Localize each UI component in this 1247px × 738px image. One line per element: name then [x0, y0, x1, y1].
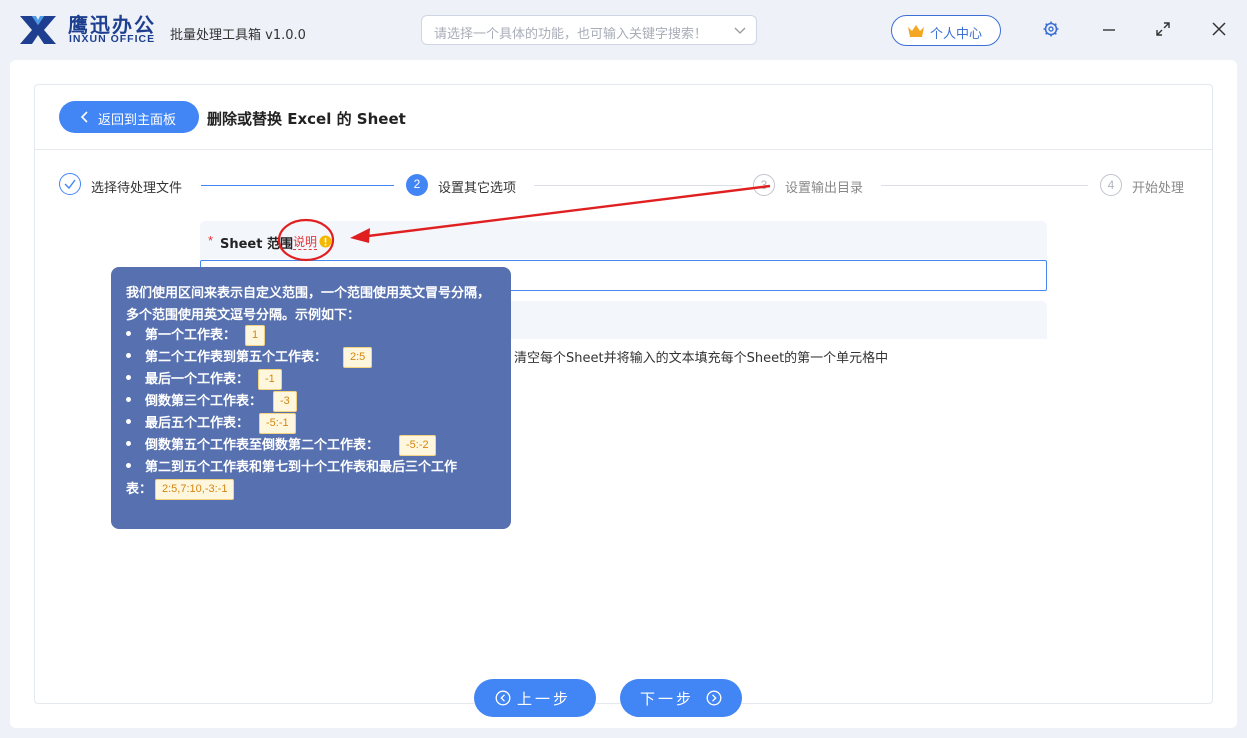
- required-mark: *: [208, 233, 214, 248]
- tooltip-item-continued: 表：: [126, 482, 153, 497]
- next-step-button[interactable]: 下一步: [620, 679, 742, 717]
- example-code: 2:5,7:10,-3:-1: [155, 479, 235, 500]
- app-title: 批量处理工具箱 v1.0.0: [170, 28, 306, 43]
- crown-icon: [908, 25, 924, 37]
- step-3-indicator: 3: [753, 174, 775, 196]
- check-icon: [64, 179, 76, 190]
- circle-arrow-left-icon: [495, 690, 511, 706]
- brand-name-en: INXUN OFFICE: [69, 33, 156, 45]
- circle-arrow-right-icon: [706, 690, 722, 706]
- search-input[interactable]: 请选择一个具体的功能，也可输入关键字搜索！: [434, 23, 707, 42]
- sheet-range-label: Sheet 范围: [220, 237, 293, 252]
- logo-icon: [20, 16, 56, 44]
- previous-step-label: 上一步: [517, 690, 572, 708]
- step-1-label: 选择待处理文件: [91, 181, 183, 196]
- chevron-down-icon[interactable]: [734, 24, 746, 36]
- tooltip-item: 最后五个工作表：: [126, 413, 249, 435]
- tooltip-item: 第二个工作表到第五个工作表：: [126, 347, 327, 369]
- step-4-indicator: 4: [1100, 174, 1122, 196]
- example-code: 1: [245, 325, 266, 346]
- user-center-button[interactable]: 个人中心: [891, 15, 1001, 46]
- previous-step-button[interactable]: 上一步: [474, 679, 596, 717]
- tooltip-item: 倒数第五个工作表至倒数第二个工作表：: [126, 435, 379, 457]
- search-box[interactable]: 请选择一个具体的功能，也可输入关键字搜索！: [421, 15, 757, 45]
- next-step-label: 下一步: [640, 690, 695, 708]
- tooltip-intro: 我们使用区间来表示自定义范围，一个范围使用英文冒号分隔，多个范围使用英文逗号分隔…: [126, 286, 491, 323]
- step-1-indicator: [59, 173, 81, 195]
- gear-icon[interactable]: [1042, 20, 1060, 38]
- divider: [35, 149, 1212, 150]
- back-button-label: 返回到主面板: [98, 113, 177, 128]
- back-to-dashboard-button[interactable]: 返回到主面板: [59, 101, 199, 133]
- option-description[interactable]: 清空每个Sheet并将输入的文本填充每个Sheet的第一个单元格中: [514, 347, 888, 366]
- example-code: -1: [258, 369, 282, 390]
- title-bar: 鹰迅办公 INXUN OFFICE 批量处理工具箱 v1.0.0 请选择一个具体…: [0, 0, 1247, 60]
- step-2-indicator: 2: [406, 174, 428, 196]
- step-connector: [881, 185, 1088, 186]
- example-code: -5:-1: [259, 413, 296, 434]
- step-connector: [201, 185, 394, 186]
- tooltip-item: 第一个工作表：: [126, 325, 236, 347]
- user-center-label: 个人中心: [930, 27, 983, 42]
- help-link[interactable]: 说明: [293, 235, 318, 250]
- step-3-label: 设置输出目录: [785, 181, 864, 196]
- info-icon[interactable]: [319, 235, 332, 248]
- step-4-label: 开始处理: [1132, 181, 1185, 196]
- tooltip-item: 第二到五个工作表和第七到十个工作表和最后三个工作: [126, 457, 457, 479]
- minimize-icon[interactable]: [1100, 20, 1118, 38]
- step-2-label: 设置其它选项: [438, 181, 517, 196]
- tooltip-item: 最后一个工作表：: [126, 369, 249, 391]
- example-code: -3: [273, 391, 297, 412]
- example-code: 2:5: [343, 347, 373, 368]
- chevron-left-icon: [80, 111, 88, 123]
- page-title: 删除或替换 Excel 的 Sheet: [207, 110, 406, 128]
- maximize-icon[interactable]: [1154, 20, 1172, 38]
- close-icon[interactable]: [1210, 20, 1228, 38]
- help-tooltip: 我们使用区间来表示自定义范围，一个范围使用英文冒号分隔，多个范围使用英文逗号分隔…: [111, 267, 511, 529]
- example-code: -5:-2: [399, 435, 436, 456]
- tooltip-item: 倒数第三个工作表：: [126, 391, 262, 413]
- step-connector: [534, 185, 742, 186]
